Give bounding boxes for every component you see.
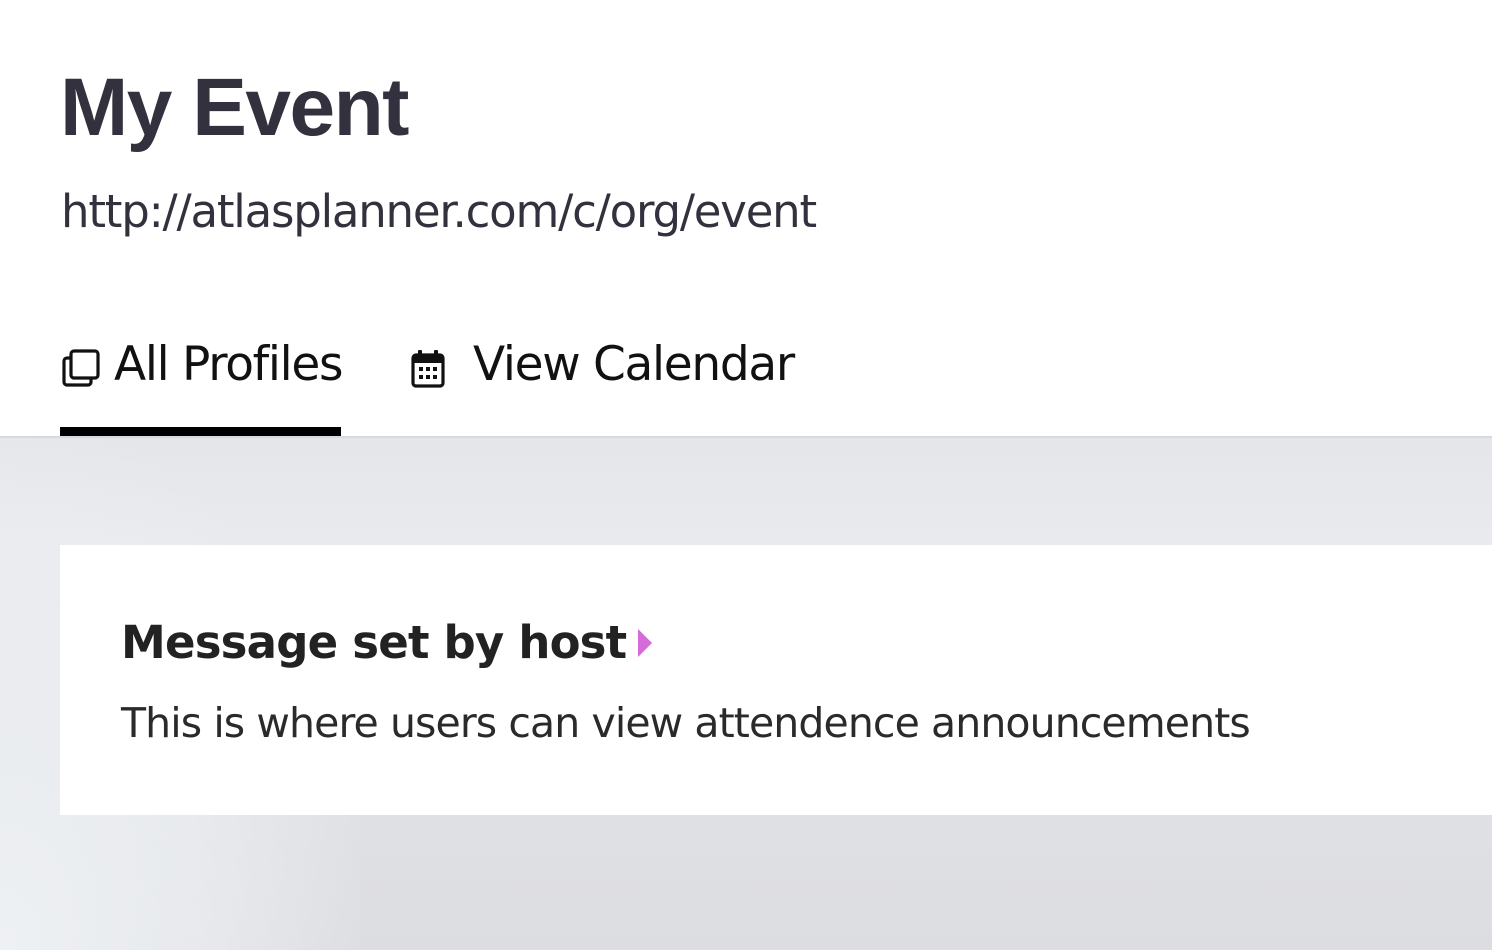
copy-icon [62, 349, 100, 387]
host-message-card: Message set by host This is where users … [60, 545, 1492, 815]
event-url: http://atlasplanner.com/c/org/event [61, 185, 817, 238]
calendar-icon [411, 350, 445, 388]
main-content: Message set by host This is where users … [0, 438, 1492, 950]
caret-right-icon[interactable] [636, 627, 654, 659]
tab-all-profiles[interactable]: All Profiles [60, 330, 344, 436]
tab-view-calendar-label: View Calendar [473, 337, 795, 392]
page-title: My Event [60, 62, 410, 153]
tab-all-profiles-label: All Profiles [114, 337, 344, 392]
message-body: This is where users can view attendence … [121, 699, 1251, 747]
active-tab-indicator [60, 427, 341, 436]
tab-view-calendar[interactable]: View Calendar [408, 330, 798, 436]
page-header: My Event http://atlasplanner.com/c/org/e… [0, 0, 1492, 438]
message-title: Message set by host [121, 616, 627, 669]
